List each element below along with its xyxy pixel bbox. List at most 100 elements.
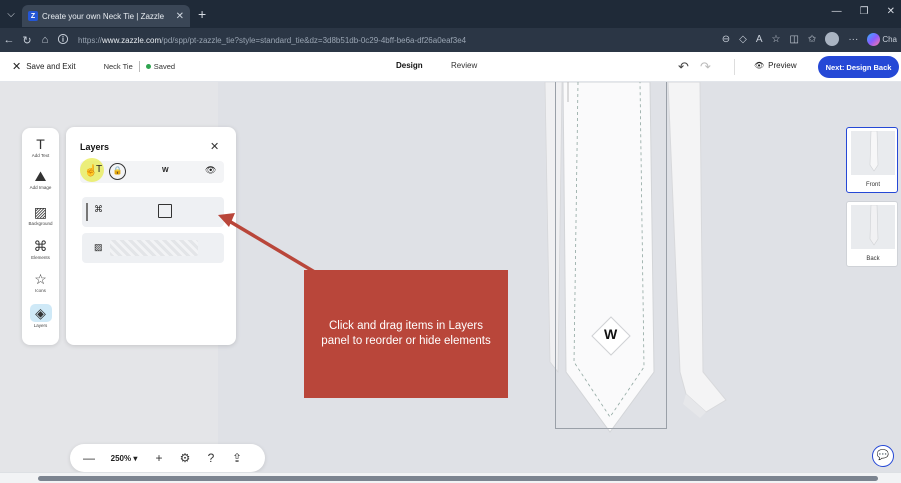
star-icon: ☆: [34, 271, 47, 287]
window-controls: — ❐ ✕: [832, 6, 895, 17]
rail-layers[interactable]: ◈ Layers: [22, 304, 59, 328]
back-label: Back: [866, 256, 880, 262]
front-view-thumbnail[interactable]: Front: [846, 127, 898, 193]
saved-label: Saved: [153, 62, 176, 71]
zoom-value[interactable]: 250% ▾: [102, 454, 146, 463]
back-arrow-icon[interactable]: ←: [0, 34, 18, 46]
copilot-button[interactable]: Cha: [867, 32, 897, 46]
back-tie-shape: [667, 82, 727, 413]
browser-tab[interactable]: Z Create your own Neck Tie | Zazzle ✕: [22, 5, 190, 27]
rail-icons[interactable]: ☆ Icons: [22, 271, 59, 293]
read-aloud-icon[interactable]: A: [756, 34, 763, 45]
restore-icon[interactable]: ❐: [860, 6, 869, 17]
help-icon[interactable]: ?: [198, 451, 224, 465]
callout-box: Click and drag items in Layers panel to …: [304, 270, 508, 398]
layers-panel: Layers ✕ ☝ T 🔒 W 👁 ⌘ ▨: [66, 127, 236, 345]
background-layer-icon: ▨: [94, 242, 103, 252]
settings-gear-icon[interactable]: ⚙: [172, 451, 198, 465]
rail-add-image[interactable]: ⛰ Add Image: [22, 168, 59, 190]
front-thumbnail-image: [851, 130, 895, 175]
rail-background[interactable]: ▨ Background: [22, 204, 59, 226]
reload-icon[interactable]: ↻: [18, 34, 36, 47]
rail-layers-label: Layers: [33, 323, 48, 328]
back-thumb-tie: [869, 204, 879, 246]
document-name[interactable]: Neck Tie: [104, 62, 133, 71]
saved-status: Saved: [145, 62, 176, 71]
rail-add-image-label: Add Image: [29, 185, 52, 190]
layer-row-element[interactable]: ⌘: [82, 197, 224, 227]
background-icon: ▨: [33, 204, 48, 220]
close-tab-icon[interactable]: ✕: [176, 11, 184, 22]
url-field[interactable]: https://www.zazzle.com/pd/spp/pt-zazzle_…: [78, 36, 618, 45]
copilot-icon: [867, 32, 881, 46]
favorites-icon[interactable]: ✩: [808, 34, 816, 45]
preview-label: Preview: [768, 61, 797, 70]
site-info-icon[interactable]: 🛈: [54, 31, 72, 50]
save-and-exit-button[interactable]: ✕ Save and Exit: [12, 60, 76, 73]
chat-help-icon[interactable]: 💬: [872, 445, 894, 467]
zoom-out-icon[interactable]: —: [76, 451, 102, 465]
header-divider-2: [734, 59, 735, 75]
tab-design[interactable]: Design: [396, 52, 423, 82]
new-tab-icon[interactable]: +: [198, 6, 206, 22]
zazzle-favicon-icon: Z: [28, 11, 38, 21]
lock-icon[interactable]: 🔒: [109, 163, 126, 180]
drag-handle[interactable]: [86, 203, 88, 221]
tool-rail: T Add Text ⛰ Add Image ▨ Background ⌘ El…: [22, 128, 59, 345]
saved-dot-icon: [145, 64, 151, 69]
rail-elements-label: Elements: [31, 255, 50, 260]
rail-background-label: Background: [28, 221, 53, 226]
home-icon[interactable]: ⌂: [36, 34, 54, 46]
save-and-exit-label: Save and Exit: [26, 62, 76, 71]
front-label: Front: [865, 182, 880, 188]
rail-icons-label: Icons: [35, 288, 46, 293]
undo-icon[interactable]: ↶: [678, 59, 689, 75]
eye-icon: 👁: [754, 61, 765, 70]
share-icon[interactable]: ⇪: [224, 451, 250, 465]
url-prefix: https://: [78, 35, 103, 45]
layer-row-background[interactable]: ▨: [82, 233, 224, 263]
close-layers-icon[interactable]: ✕: [210, 140, 219, 153]
scrollbar-thumb[interactable]: [38, 476, 878, 481]
visibility-eye-icon[interactable]: 👁: [205, 165, 216, 176]
image-icon: ⛰: [34, 168, 47, 184]
tab-title: Create your own Neck Tie | Zazzle: [42, 11, 165, 21]
elements-icon: ⌘: [33, 238, 48, 254]
back-view-thumbnail[interactable]: Back: [846, 201, 898, 267]
design-canvas[interactable]: W T Add Text ⛰ Add Image ▨ Background ⌘ …: [0, 82, 901, 472]
elements-layer-icon: ⌘: [94, 204, 103, 214]
tab-list-chevron-icon[interactable]: ⌵: [0, 9, 22, 20]
preview-button[interactable]: 👁 Preview: [754, 61, 797, 70]
minimize-icon[interactable]: —: [832, 6, 842, 17]
zoom-in-icon[interactable]: +: [146, 451, 172, 465]
profile-avatar[interactable]: [825, 32, 840, 46]
rail-elements[interactable]: ⌘ Elements: [22, 238, 59, 260]
close-icon: ✕: [12, 61, 22, 73]
text-icon: T: [36, 136, 45, 152]
layer-row-text[interactable]: ☝ T 🔒 W 👁: [80, 158, 224, 183]
horizontal-scrollbar[interactable]: [0, 472, 901, 483]
background-thumbnail: [110, 240, 198, 256]
layer-text-preview: W: [162, 167, 169, 174]
rail-add-text-label: Add Text: [31, 153, 50, 158]
zoom-toolbar: — 250% ▾ + ⚙ ? ⇪: [70, 444, 265, 472]
next-design-back-button[interactable]: Next: Design Back: [818, 56, 899, 78]
zoom-icon[interactable]: ⊖: [722, 34, 730, 45]
extensions-icon[interactable]: ◫: [789, 34, 798, 45]
address-bar: ← ↻ ⌂ 🛈 https://www.zazzle.com/pd/spp/pt…: [0, 28, 901, 52]
header-divider: [138, 61, 140, 72]
redo-icon[interactable]: ↷: [700, 59, 711, 75]
tracking-icon[interactable]: ◇: [739, 34, 747, 45]
front-thumb-tie: [869, 130, 879, 172]
text-layer-icon: T: [96, 164, 103, 175]
rail-add-text[interactable]: T Add Text: [22, 136, 59, 158]
close-window-icon[interactable]: ✕: [887, 6, 895, 17]
browser-tab-bar: ⌵ Z Create your own Neck Tie | Zazzle ✕ …: [0, 0, 901, 28]
url-host: www.zazzle.com: [102, 35, 162, 45]
zoom-value-label: 250%: [110, 453, 132, 463]
copilot-label: Cha: [882, 34, 897, 44]
more-menu-icon[interactable]: ···: [848, 34, 858, 45]
tab-review[interactable]: Review: [451, 52, 477, 82]
favorite-star-icon[interactable]: ☆: [772, 34, 781, 45]
back-thumbnail-image: [851, 204, 895, 249]
